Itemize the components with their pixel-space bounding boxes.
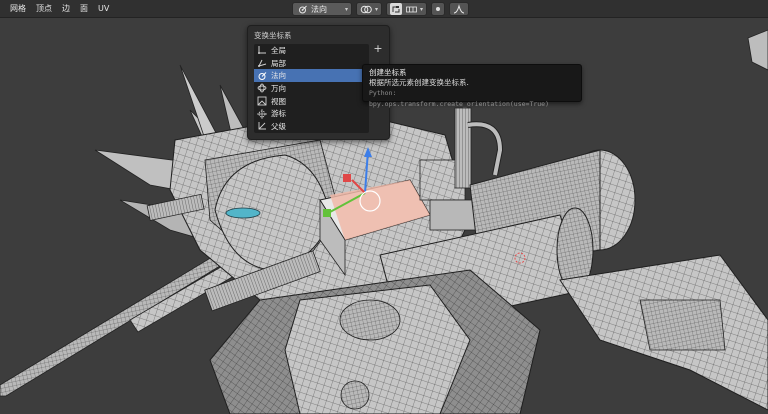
tooltip-title: 创建坐标系 — [369, 68, 407, 77]
orientation-item-parent[interactable]: 父级 — [254, 120, 369, 133]
orientation-item-label: 万向 — [271, 83, 286, 93]
helmet-visor — [225, 207, 261, 219]
pivot-point-icon — [360, 3, 372, 15]
snap-dropdown[interactable]: ▾ — [386, 2, 428, 16]
add-orientation-button[interactable]: + — [372, 43, 384, 55]
chevron-down-icon: ▾ — [375, 5, 379, 13]
cursor-orientation-icon — [257, 108, 267, 119]
orientation-dropdown-label: 法向 — [311, 4, 327, 14]
orientation-item-label: 视图 — [271, 96, 286, 106]
chevron-down-icon: ▾ — [344, 5, 348, 13]
orientation-item-cursor[interactable]: 游标 — [254, 107, 369, 120]
global-axes-icon — [257, 45, 267, 55]
viewport-header: 网格 顶点 边 面 UV 法向 ▾ ▾ ▾ — [0, 0, 768, 18]
gimbal-icon — [257, 83, 267, 93]
menu-item-vertex[interactable]: 顶点 — [31, 0, 57, 18]
orientation-item-label: 法向 — [271, 71, 286, 81]
menu-item-edge[interactable]: 边 — [57, 0, 75, 18]
parent-orientation-icon — [257, 121, 267, 131]
tooltip-description: 根据所选元素创建变换坐标系. — [369, 78, 469, 87]
proportional-edit-icon — [436, 7, 441, 11]
orientation-list: 全局 局部 法向 万向 视图 游标 父级 — [254, 44, 369, 133]
orientation-item-label: 父级 — [271, 121, 286, 131]
chevron-down-icon: ▾ — [420, 5, 424, 13]
orientation-item-gimbal[interactable]: 万向 — [254, 82, 369, 95]
menu-item-mesh[interactable]: 网格 — [5, 0, 31, 18]
snap-increment-icon — [405, 3, 417, 15]
orientation-item-label: 游标 — [271, 109, 286, 119]
orientation-panel-title: 变换坐标系 — [254, 31, 292, 40]
view-orientation-icon — [257, 96, 267, 106]
menu-item-uv[interactable]: UV — [93, 0, 114, 18]
falloff-curve-icon — [453, 3, 465, 15]
local-axes-icon — [257, 58, 267, 68]
orientation-item-global[interactable]: 全局 — [254, 44, 369, 57]
pivot-point-dropdown[interactable]: ▾ — [356, 2, 383, 16]
header-menu: 网格 顶点 边 面 UV — [0, 0, 114, 17]
create-orientation-tooltip: 创建坐标系 根据所选元素创建变换坐标系. Python: bpy.ops.tra… — [362, 64, 582, 108]
header-widgets: 法向 ▾ ▾ ▾ — [292, 2, 470, 16]
menu-item-face[interactable]: 面 — [75, 0, 93, 18]
normal-orientation-icon — [257, 71, 267, 81]
orientation-item-label: 局部 — [271, 58, 286, 68]
orientation-item-view[interactable]: 视图 — [254, 95, 369, 108]
orientation-dropdown[interactable]: 法向 ▾ — [292, 2, 352, 16]
tooltip-python: Python: bpy.ops.transform.create_orienta… — [369, 89, 550, 108]
falloff-dropdown[interactable] — [449, 2, 470, 16]
proportional-edit-toggle[interactable] — [431, 2, 446, 16]
snap-icon — [390, 3, 403, 15]
orientation-item-local[interactable]: 局部 — [254, 57, 369, 70]
orientation-item-normal[interactable]: 法向 — [254, 69, 369, 83]
orientation-item-label: 全局 — [271, 45, 286, 55]
normal-orientation-icon — [296, 3, 308, 15]
